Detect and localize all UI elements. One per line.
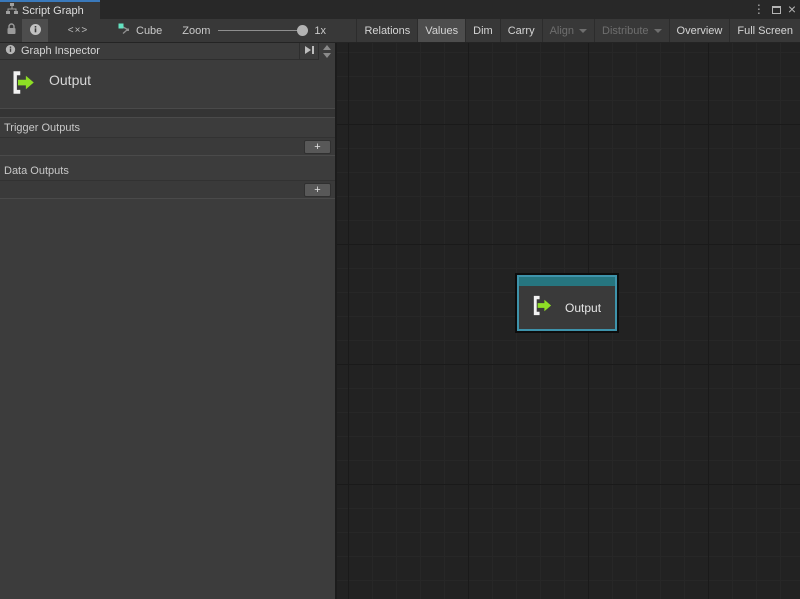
- dock-panel-button[interactable]: [300, 43, 319, 60]
- output-node-titlebar: [519, 277, 615, 286]
- output-unit-icon: [9, 69, 36, 101]
- panel-scroll-spinner[interactable]: [319, 43, 335, 60]
- output-node[interactable]: Output: [517, 275, 617, 331]
- graph-inspector-panel: Graph Inspector Output Trigger Outputs +: [0, 43, 335, 599]
- info-icon: [29, 23, 42, 39]
- zoom-slider[interactable]: [218, 25, 306, 37]
- code-icon: <×>: [68, 25, 89, 36]
- trigger-outputs-list: +: [0, 137, 335, 156]
- scroll-down-icon[interactable]: [323, 53, 331, 58]
- tab-label: Script Graph: [22, 5, 84, 17]
- close-icon[interactable]: ×: [788, 0, 796, 19]
- graph-ref-label: Cube: [136, 25, 162, 37]
- distribute-label: Distribute: [602, 25, 648, 37]
- graph-toolbar: <×> Cube Zoom 1x Relations Values Dim Ca…: [0, 19, 800, 43]
- data-outputs-list: +: [0, 180, 335, 199]
- lock-icon: [6, 23, 17, 38]
- zoom-control: Zoom 1x: [172, 19, 336, 42]
- output-unit-icon: [530, 294, 553, 322]
- info-circle-icon: [5, 44, 16, 58]
- dropdown-arrow-icon: [654, 29, 662, 33]
- data-outputs-label: Data Outputs: [0, 161, 335, 180]
- output-node-body: Output: [519, 286, 615, 329]
- window-controls: ⋮ ×: [753, 0, 796, 19]
- toolbar-spacer: [336, 19, 356, 42]
- tab-bar: Script Graph ⋮ ×: [0, 0, 800, 19]
- script-graph-window: Script Graph ⋮ × <×> Cube: [0, 0, 800, 599]
- selected-unit-header: Output: [0, 60, 335, 109]
- trigger-outputs-label: Trigger Outputs: [0, 118, 335, 137]
- inspector-toggle-button[interactable]: [22, 19, 48, 42]
- align-label: Align: [550, 25, 574, 37]
- add-trigger-output-button[interactable]: +: [304, 140, 331, 154]
- output-node-label: Output: [565, 301, 601, 315]
- zoom-slider-thumb[interactable]: [297, 25, 308, 36]
- hierarchy-icon: [6, 3, 18, 18]
- toolbar-button-distribute[interactable]: Distribute: [594, 19, 668, 42]
- toolbar-button-fullscreen[interactable]: Full Screen: [729, 19, 800, 42]
- lock-button[interactable]: [0, 19, 22, 42]
- code-view-button[interactable]: <×>: [48, 19, 108, 42]
- graph-reference-breadcrumb[interactable]: Cube: [108, 19, 172, 42]
- zoom-label: Zoom: [182, 25, 210, 37]
- section-gap-band: [0, 109, 335, 118]
- inspector-header: Graph Inspector: [0, 43, 335, 60]
- graph-canvas[interactable]: Output: [337, 43, 800, 599]
- inspector-title: Graph Inspector: [21, 45, 100, 57]
- inspector-title-row: Graph Inspector: [0, 43, 300, 60]
- toolbar-button-relations[interactable]: Relations: [356, 19, 417, 42]
- unit-title: Output: [49, 69, 91, 88]
- maximize-icon[interactable]: [772, 6, 781, 14]
- tab-script-graph[interactable]: Script Graph: [0, 0, 100, 19]
- zoom-value: 1x: [314, 25, 326, 37]
- toolbar-button-dim[interactable]: Dim: [465, 19, 500, 42]
- scroll-up-icon[interactable]: [323, 45, 331, 50]
- toolbar-button-align[interactable]: Align: [542, 19, 594, 42]
- add-data-output-button[interactable]: +: [304, 183, 331, 197]
- collapse-right-icon: [304, 42, 315, 60]
- toolbar-button-overview[interactable]: Overview: [669, 19, 730, 42]
- zoom-slider-track: [218, 30, 306, 31]
- dropdown-arrow-icon: [579, 29, 587, 33]
- toolbar-button-values[interactable]: Values: [417, 19, 465, 42]
- toolbar-button-carry[interactable]: Carry: [500, 19, 542, 42]
- script-graph-asset-icon: [118, 23, 131, 39]
- kebab-menu-icon[interactable]: ⋮: [753, 0, 765, 19]
